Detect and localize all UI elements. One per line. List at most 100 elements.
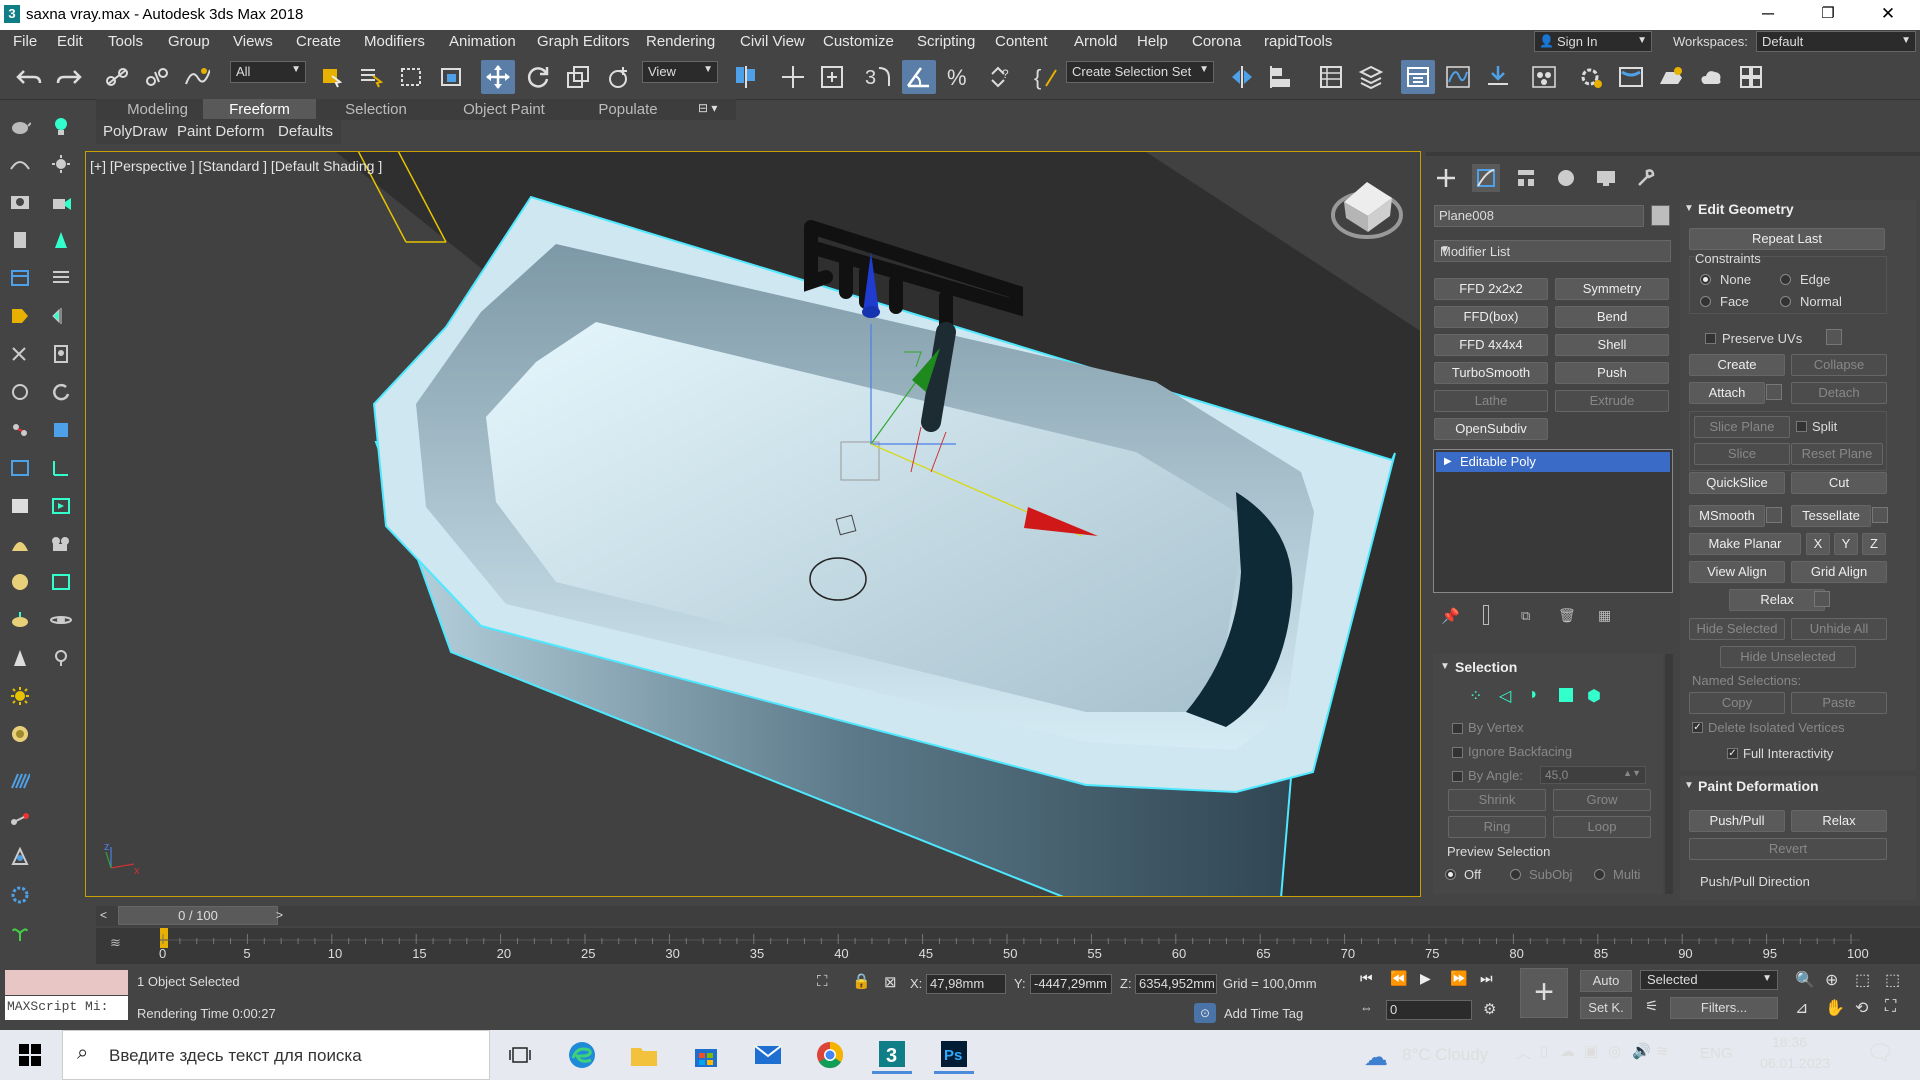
sun-light-icon[interactable] xyxy=(9,609,31,631)
unlink-icon[interactable] xyxy=(140,60,174,94)
tessellate-settings-button[interactable] xyxy=(1872,507,1888,523)
go-to-start-icon[interactable]: ⏮ xyxy=(1360,970,1373,987)
modifier-symmetry-button[interactable]: Symmetry xyxy=(1555,278,1669,300)
select-and-move-icon[interactable] xyxy=(481,60,515,94)
shrink-button[interactable]: Shrink xyxy=(1448,789,1546,811)
taskbar-search-box[interactable]: ⌕ Введите здесь текст для поиска xyxy=(62,1030,490,1080)
selection-lock-icon[interactable]: 🔒 xyxy=(852,972,871,990)
keyboard-language[interactable]: ENG xyxy=(1700,1045,1733,1062)
rendered-frame-window-icon[interactable] xyxy=(1614,60,1648,94)
tools-icon[interactable] xyxy=(9,343,31,365)
x-coordinate-field[interactable]: 47,98mm xyxy=(926,974,1006,994)
scene-explorer-icon[interactable] xyxy=(1314,60,1348,94)
sphere-light-icon[interactable] xyxy=(9,571,31,593)
tray-cloud-icon[interactable]: ☁ xyxy=(1560,1042,1575,1060)
windows-start-icon[interactable] xyxy=(10,1036,50,1074)
viewport-window-icon[interactable] xyxy=(9,495,31,517)
menu-views[interactable]: Views xyxy=(233,33,273,50)
angle-snap-icon[interactable] xyxy=(902,60,936,94)
network-icon[interactable]: ≋ xyxy=(1656,1042,1669,1060)
modifier-ffd-4x4x4-button[interactable]: FFD 4x4x4 xyxy=(1434,334,1548,356)
render-setup-icon[interactable] xyxy=(1574,60,1608,94)
helpers-icon[interactable] xyxy=(50,191,72,213)
menu-graph-editors[interactable]: Graph Editors xyxy=(537,33,630,50)
remove-modifier-icon[interactable]: 🗑 xyxy=(1558,607,1576,624)
set-key-button[interactable]: Set K. xyxy=(1580,997,1632,1019)
revert-button[interactable]: Revert xyxy=(1689,838,1887,860)
by-vertex-checkbox[interactable] xyxy=(1452,723,1463,734)
volume-icon[interactable]: 🔊 xyxy=(1632,1042,1651,1060)
render-frame-icon[interactable] xyxy=(50,495,72,517)
rotate-tool-icon[interactable] xyxy=(50,381,72,403)
light-bulb-icon[interactable] xyxy=(50,115,72,137)
configure-modifier-sets-icon[interactable]: ▦ xyxy=(1598,607,1611,624)
menu-rapidtools[interactable]: rapidTools xyxy=(1264,33,1332,50)
z-coordinate-field[interactable]: 6354,952mm xyxy=(1135,974,1217,994)
play-icon[interactable]: ▶ xyxy=(1420,970,1431,987)
align-icon[interactable] xyxy=(1265,60,1299,94)
omni-light-icon[interactable] xyxy=(9,685,31,707)
menu-create[interactable]: Create xyxy=(296,33,341,50)
split-checkbox[interactable] xyxy=(1796,421,1807,432)
sign-in-dropdown[interactable]: 👤 Sign In ▼ xyxy=(1534,31,1652,52)
selection-filter-dropdown[interactable]: All ▼ xyxy=(230,61,306,83)
edit-named-selection-icon[interactable]: { xyxy=(1030,60,1064,94)
msmooth-button[interactable]: MSmooth xyxy=(1689,505,1765,527)
tag-icon[interactable] xyxy=(9,305,31,327)
modifier-bend-button[interactable]: Bend xyxy=(1555,306,1669,328)
grid-align-button[interactable]: Grid Align xyxy=(1791,561,1887,583)
tessellate-button[interactable]: Tessellate xyxy=(1791,505,1871,527)
named-selection-set-dropdown[interactable]: Create Selection Set ▼ xyxy=(1066,61,1214,83)
element-level-icon[interactable]: ⬢ xyxy=(1587,686,1601,706)
pivot-center-icon[interactable] xyxy=(729,60,763,94)
time-configuration-icon[interactable]: ⚙ xyxy=(1483,1000,1496,1018)
modify-tab-icon[interactable] xyxy=(1472,164,1500,192)
microsoft-store-icon[interactable] xyxy=(686,1036,726,1074)
notifications-icon[interactable]: 🗨 xyxy=(1866,1040,1894,1066)
dumbbell-icon[interactable] xyxy=(9,808,31,830)
menu-modifiers[interactable]: Modifiers xyxy=(364,33,425,50)
detach-button[interactable]: Detach xyxy=(1791,382,1887,404)
motion-tab-icon[interactable] xyxy=(1552,164,1580,192)
ribbon-tab-object-paint[interactable]: Object Paint xyxy=(446,101,562,118)
object-name-field[interactable]: Plane008 xyxy=(1434,205,1644,227)
tray-chevron-up-icon[interactable]: ︿ xyxy=(1516,1042,1531,1063)
preview-multi-radio[interactable] xyxy=(1594,869,1605,880)
spinner-arrows-icon[interactable]: ▲▼ xyxy=(1623,768,1641,778)
menu-scripting[interactable]: Scripting xyxy=(917,33,975,50)
modifier-push-button[interactable]: Push xyxy=(1555,362,1669,384)
task-view-icon[interactable] xyxy=(500,1036,540,1074)
edge-level-icon[interactable]: ◁ xyxy=(1499,686,1511,706)
absolute-mode-icon[interactable]: ⊠ xyxy=(884,973,897,991)
ribbon-toggle-icon[interactable] xyxy=(1401,60,1435,94)
sphere-tool-icon[interactable] xyxy=(9,381,31,403)
menu-animation[interactable]: Animation xyxy=(449,33,516,50)
key-filter-dropdown[interactable]: Selected ▼ xyxy=(1640,970,1778,990)
select-and-scale-icon[interactable] xyxy=(561,60,595,94)
modifier-extrude-button[interactable]: Extrude xyxy=(1555,390,1669,412)
constraint-edge-radio[interactable] xyxy=(1780,274,1791,285)
mirror-icon[interactable] xyxy=(1225,60,1259,94)
constraint-face-radio[interactable] xyxy=(1700,296,1711,307)
ribbon-tab-selection[interactable]: Selection xyxy=(320,101,432,118)
document-icon[interactable] xyxy=(9,229,31,251)
menu-civil-view[interactable]: Civil View xyxy=(740,33,805,50)
file-explorer-icon[interactable] xyxy=(624,1036,664,1074)
planar-z-button[interactable]: Z xyxy=(1862,533,1886,555)
camera-icon[interactable] xyxy=(50,533,72,555)
key-mode-toggle-icon[interactable]: ⇔ xyxy=(1360,1000,1373,1015)
ribbon-options-icon[interactable]: ⊟ ▾ xyxy=(698,101,717,115)
modifier-opensubdiv-button[interactable]: OpenSubdiv xyxy=(1434,418,1548,440)
edit-geometry-title[interactable]: Edit Geometry xyxy=(1698,201,1794,217)
expand-triangle-icon[interactable]: ▶ xyxy=(1444,452,1452,472)
add-time-tag[interactable]: Add Time Tag xyxy=(1224,1006,1303,1021)
time-slider[interactable]: 0 / 100 xyxy=(118,906,278,925)
paint-deformation-title[interactable]: Paint Deformation xyxy=(1698,778,1819,794)
select-manipulate-icon[interactable] xyxy=(776,60,810,94)
mirror-tool-icon[interactable] xyxy=(50,305,72,327)
select-object-icon[interactable] xyxy=(314,60,348,94)
relax-settings-button[interactable] xyxy=(1814,591,1830,607)
viewport-label[interactable]: [+] [Perspective ] [Standard ] [Default … xyxy=(90,158,382,174)
box-tool-icon[interactable] xyxy=(50,419,72,441)
command-panel-splitter[interactable] xyxy=(1426,152,1920,156)
